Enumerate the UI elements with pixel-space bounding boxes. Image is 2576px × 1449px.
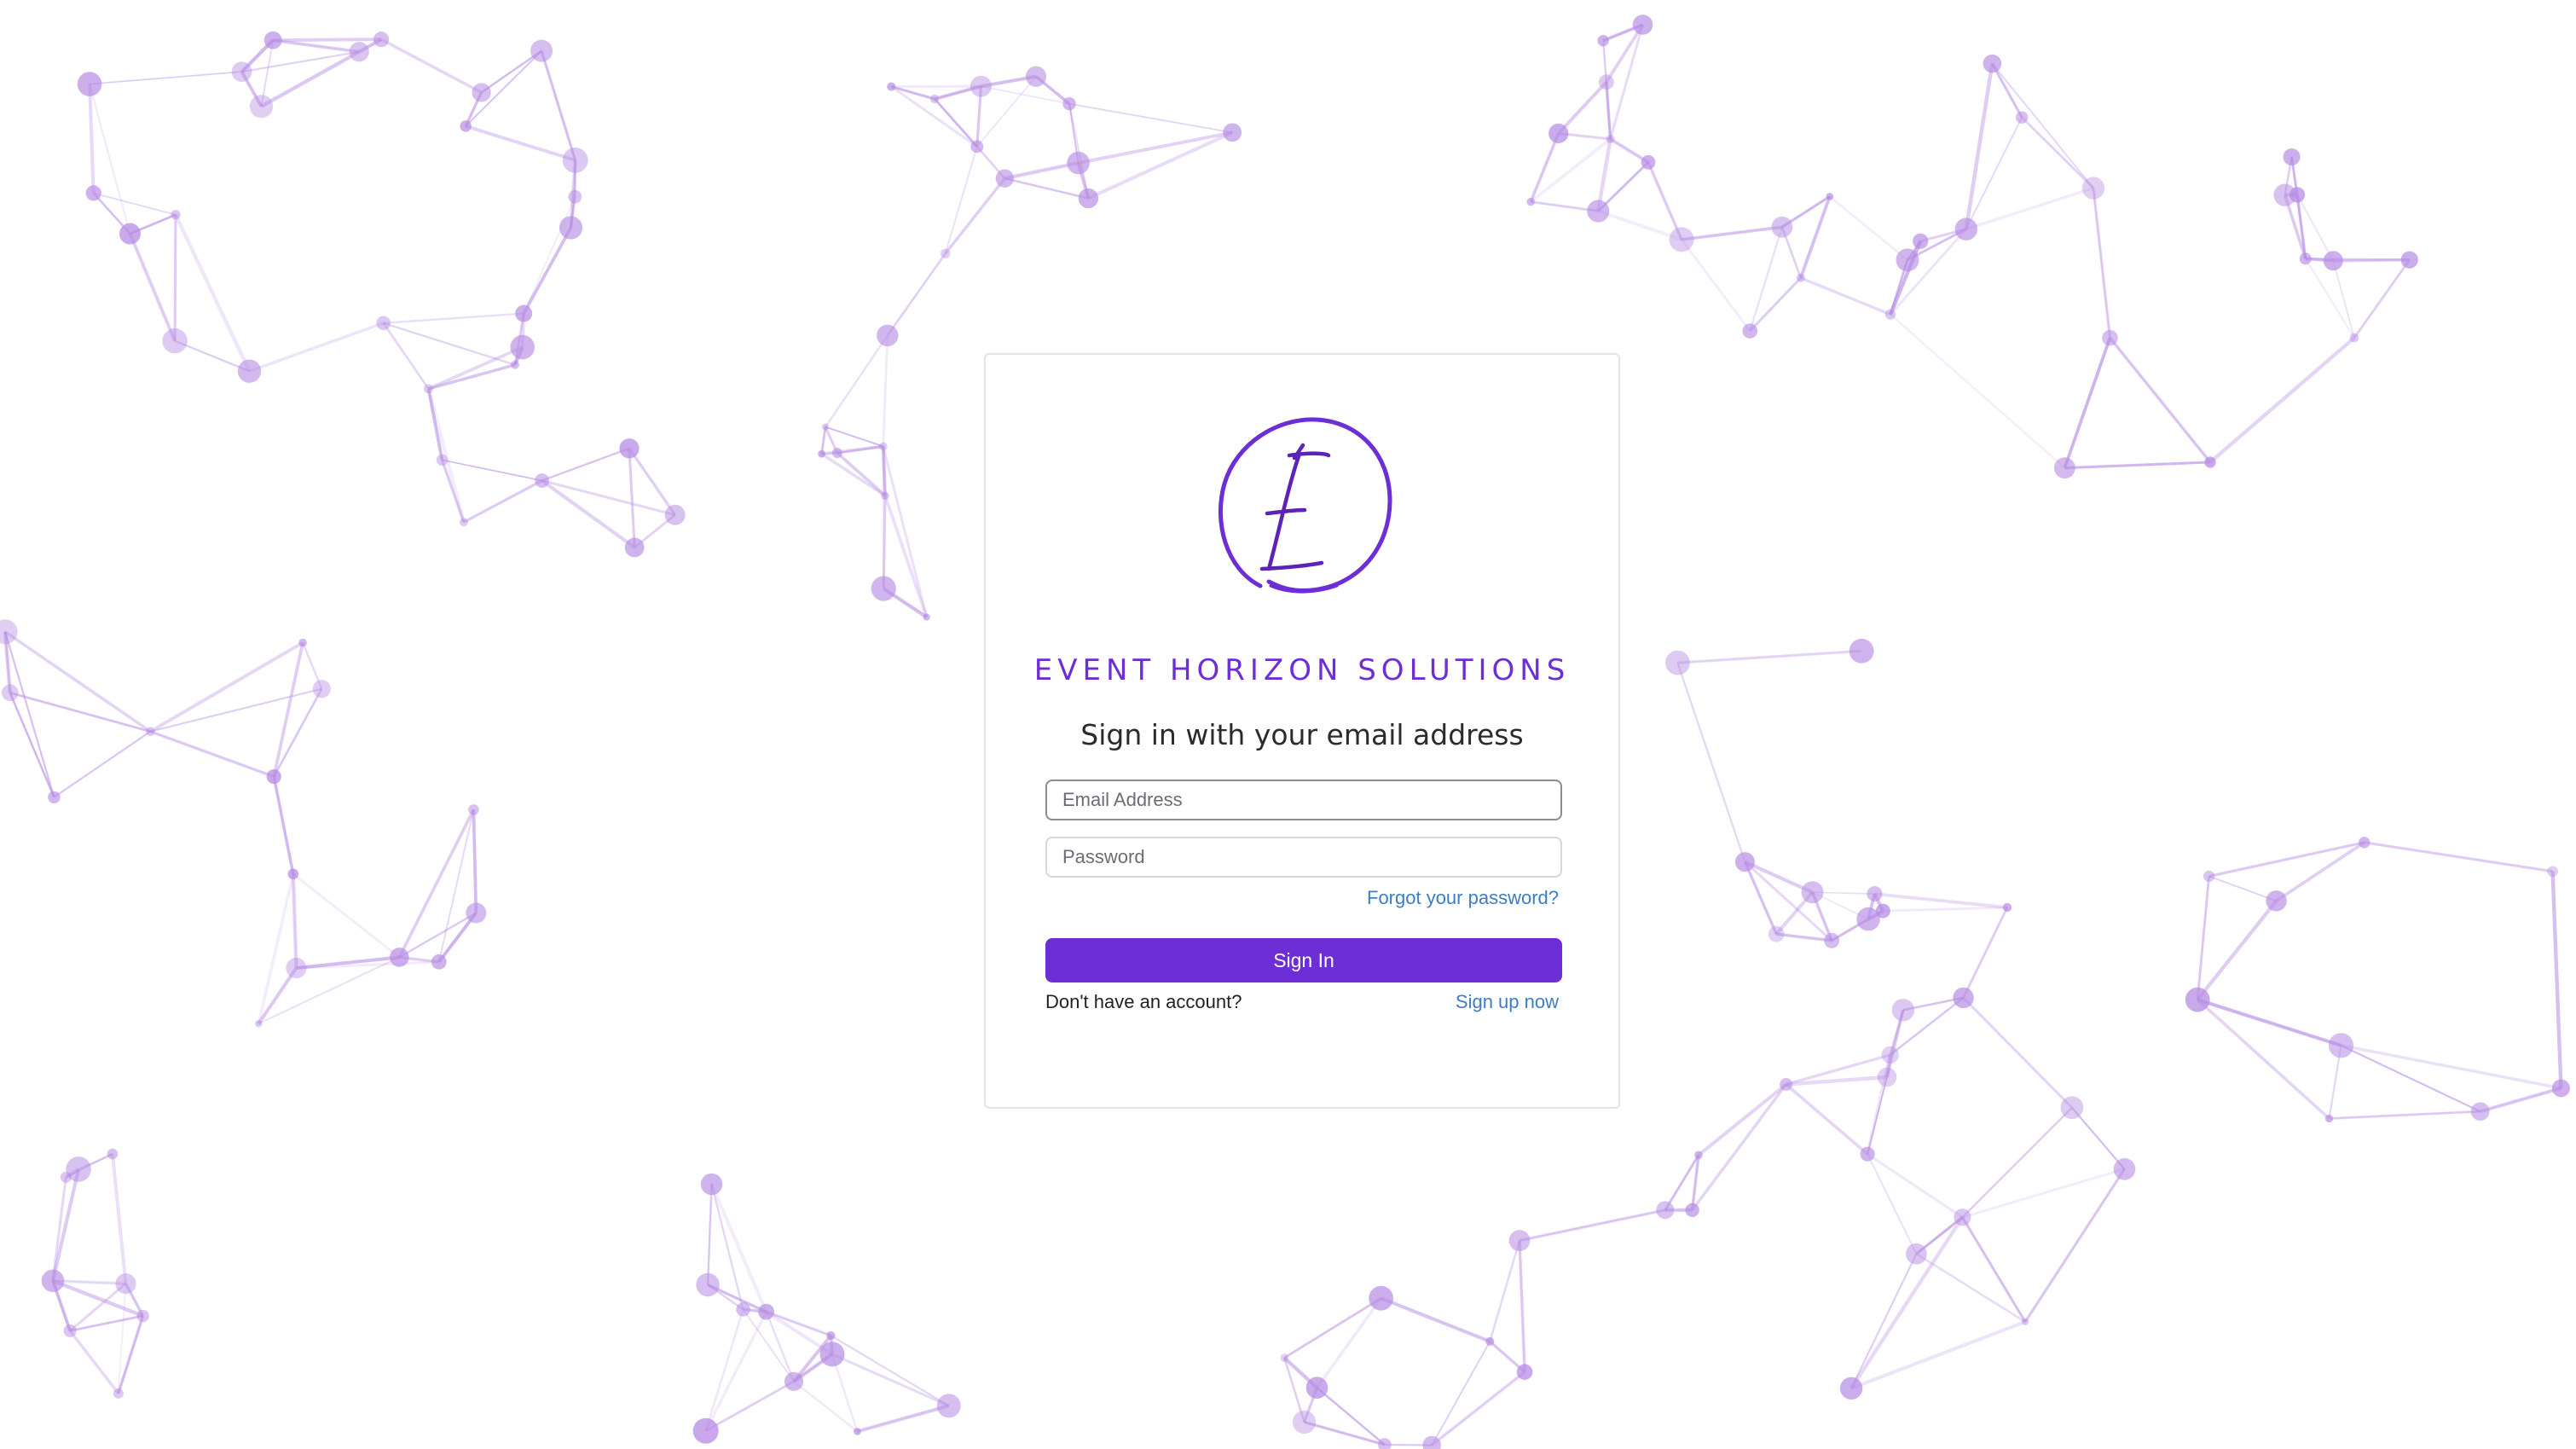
email-field[interactable] xyxy=(1045,780,1562,820)
sign-up-link[interactable]: Sign up now xyxy=(1456,991,1559,1013)
page-title: Sign in with your email address xyxy=(1080,718,1524,751)
forgot-password-link[interactable]: Forgot your password? xyxy=(1367,887,1559,909)
svg-text:E: E xyxy=(1209,411,1219,414)
logo-icon: E xyxy=(1209,411,1392,594)
no-account-text: Don't have an account? xyxy=(1045,991,1242,1012)
password-field[interactable] xyxy=(1045,837,1562,878)
brand-name: EVENT HORIZON SOLUTIONS xyxy=(1033,653,1571,687)
login-card: E EVENT HORIZON SOLUTIONS Sign in with y… xyxy=(984,353,1620,1109)
sign-in-button[interactable]: Sign In xyxy=(1045,938,1562,982)
